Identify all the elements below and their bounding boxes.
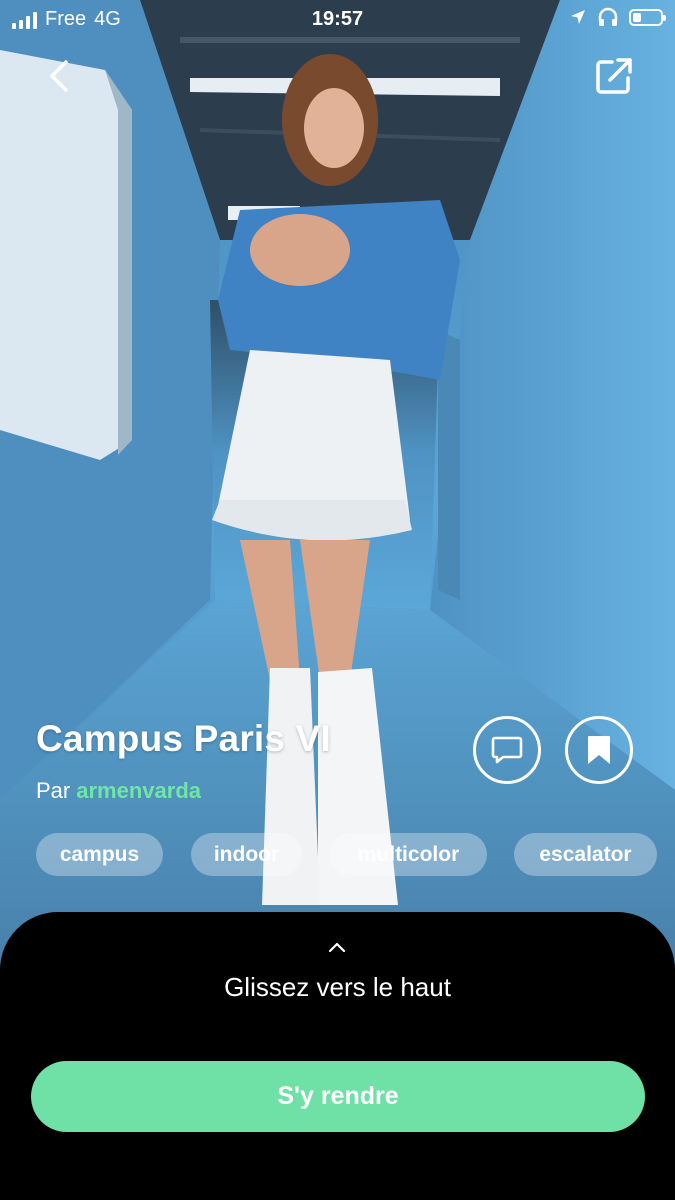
tag-chip[interactable]: escalator (514, 833, 657, 876)
tag-chip[interactable]: multicolor (330, 833, 487, 876)
place-title: Campus Paris VI (36, 718, 332, 759)
screen: Free 4G 19:57 Campus Paris VI Par armenv… (0, 0, 675, 1200)
author-prefix: Par (36, 778, 71, 803)
tag-chip[interactable]: campus (36, 833, 163, 876)
chevron-left-icon (50, 60, 68, 92)
chevron-up-icon (328, 942, 346, 953)
tag-chip[interactable]: indoor (191, 833, 302, 876)
back-button[interactable] (38, 54, 82, 98)
location-arrow-icon (571, 10, 585, 24)
share-button[interactable] (592, 54, 636, 98)
status-right (569, 7, 666, 27)
bookmark-button[interactable] (565, 716, 633, 784)
comment-icon (491, 736, 523, 764)
author-link[interactable]: armenvarda (76, 778, 201, 803)
headphones-icon (598, 7, 618, 26)
swipe-up-hint: Glissez vers le haut (224, 972, 451, 1002)
bookmark-icon (588, 736, 610, 764)
status-bar: Free 4G 19:57 (0, 0, 675, 40)
directions-button[interactable]: S'y rendre (31, 1061, 645, 1132)
battery-level (633, 12, 641, 22)
share-external-icon (596, 58, 632, 94)
comment-button[interactable] (473, 716, 541, 784)
bottom-sheet[interactable]: Glissez vers le haut S'y rendre (0, 912, 675, 1200)
author-line: Par armenvarda (36, 778, 201, 804)
battery-icon (629, 8, 666, 26)
